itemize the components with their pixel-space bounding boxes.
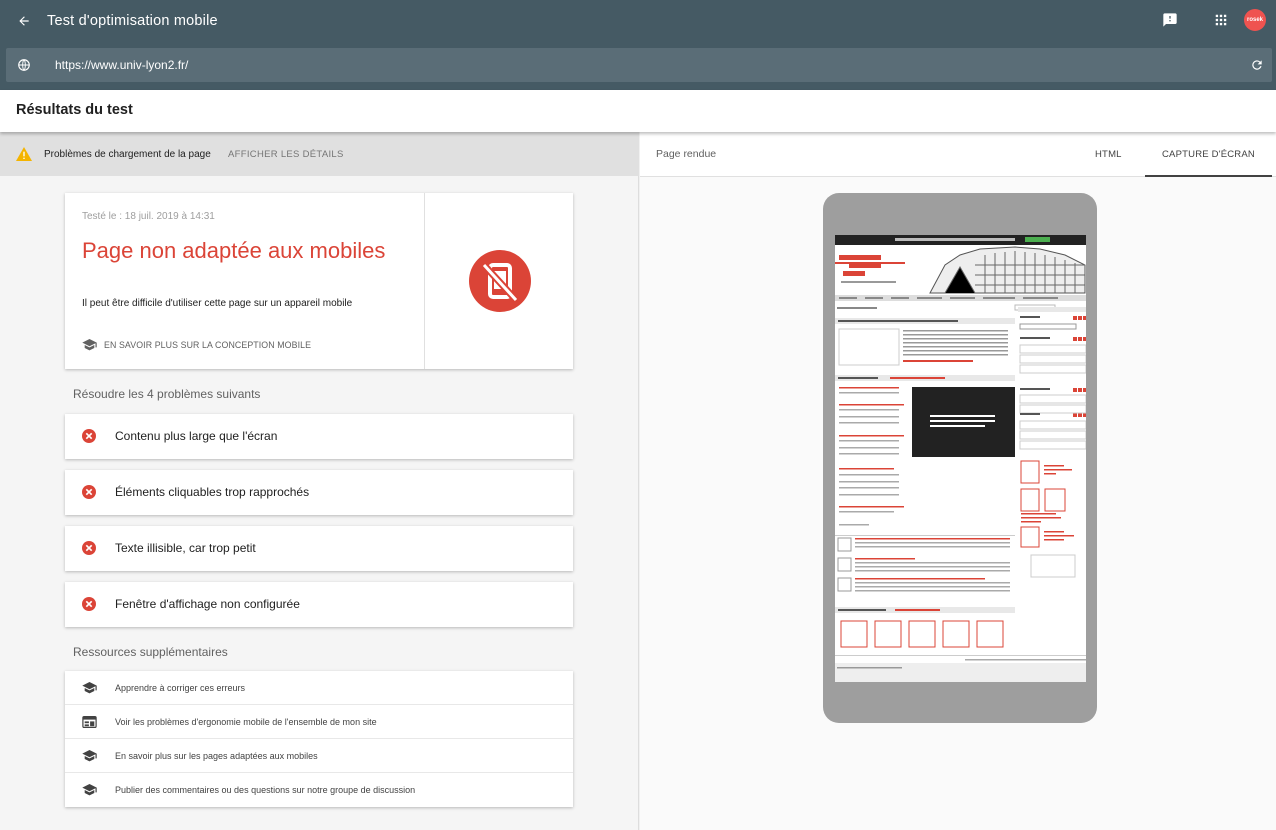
apps-button[interactable] — [1211, 10, 1231, 30]
resource-item[interactable]: Apprendre à corriger ces erreurs — [65, 671, 573, 705]
reload-icon[interactable] — [1250, 58, 1264, 72]
url-input[interactable]: https://www.univ-lyon2.fr/ — [55, 58, 188, 72]
web-icon — [82, 716, 97, 728]
school-icon — [82, 682, 97, 694]
error-icon — [82, 485, 96, 499]
issue-item[interactable]: Éléments cliquables trop rapprochés — [65, 470, 573, 515]
results-header: Résultats du test — [0, 90, 1276, 132]
tab-html[interactable]: HTML — [1095, 149, 1122, 160]
issue-item[interactable]: Texte illisible, car trop petit — [65, 526, 573, 571]
resource-item[interactable]: En savoir plus sur les pages adaptées au… — [65, 739, 573, 773]
tested-date: Testé le : 18 juil. 2019 à 14:31 — [82, 211, 215, 222]
page-load-warning: Problèmes de chargement de la page AFFIC… — [0, 132, 639, 176]
issue-item[interactable]: Contenu plus large que l'écran — [65, 414, 573, 459]
avatar-text: rosek — [1246, 17, 1263, 23]
warning-icon — [16, 147, 32, 161]
url-bar[interactable]: https://www.univ-lyon2.fr/ — [6, 48, 1272, 82]
resources-list: Apprendre à corriger ces erreurs Voir le… — [65, 671, 573, 807]
tab-screenshot[interactable]: CAPTURE D'ÉCRAN — [1162, 149, 1255, 160]
issue-label: Contenu plus large que l'écran — [115, 429, 278, 443]
resources-heading: Ressources supplémentaires — [73, 645, 228, 659]
arrow-back-icon — [19, 16, 29, 26]
resource-label: Publier des commentaires ou des question… — [115, 785, 416, 795]
school-icon — [82, 339, 97, 351]
learn-more-label: EN SAVOIR PLUS SUR LA CONCEPTION MOBILE — [104, 340, 312, 350]
rendered-website-thumbnail — [835, 235, 1086, 682]
error-icon — [82, 541, 96, 555]
school-icon — [82, 784, 97, 796]
issue-label: Éléments cliquables trop rapprochés — [115, 485, 310, 499]
back-button[interactable] — [14, 11, 34, 31]
feedback-icon — [1163, 13, 1177, 27]
card-divider — [424, 193, 425, 369]
rendered-page-title: Page rendue — [656, 148, 717, 160]
rendered-screenshot — [835, 235, 1086, 682]
resource-label: Voir les problèmes d'ergonomie mobile de… — [115, 717, 377, 727]
not-mobile-friendly-icon — [469, 250, 531, 312]
app-title: Test d'optimisation mobile — [47, 13, 218, 29]
verdict-subtitle: Il peut être difficile d'utiliser cette … — [82, 298, 353, 309]
results-title: Résultats du test — [16, 102, 133, 118]
verdict-card: Testé le : 18 juil. 2019 à 14:31 Page no… — [65, 193, 573, 369]
resource-item[interactable]: Publier des commentaires ou des question… — [65, 773, 573, 807]
rendered-page-header: Page rendue HTML CAPTURE D'ÉCRAN — [640, 132, 1276, 177]
resource-item[interactable]: Voir les problèmes d'ergonomie mobile de… — [65, 705, 573, 739]
active-tab-indicator — [1145, 175, 1272, 177]
issue-label: Fenêtre d'affichage non configurée — [115, 597, 300, 611]
results-pane: Problèmes de chargement de la page AFFIC… — [0, 132, 639, 830]
app-header: Test d'optimisation mobile rosek https:/… — [0, 0, 1276, 90]
warning-label: Problèmes de chargement de la page — [44, 149, 211, 160]
resource-label: En savoir plus sur les pages adaptées au… — [115, 751, 318, 761]
apps-grid-icon — [1215, 14, 1227, 26]
phone-frame — [823, 193, 1097, 723]
issue-label: Texte illisible, car trop petit — [115, 541, 256, 555]
feedback-button[interactable] — [1161, 10, 1179, 30]
title-bar: Test d'optimisation mobile rosek — [0, 0, 1276, 42]
verdict-title: Page non adaptée aux mobiles — [82, 238, 386, 263]
show-details-link[interactable]: AFFICHER LES DÉTAILS — [228, 149, 344, 160]
learn-more-link[interactable]: EN SAVOIR PLUS SUR LA CONCEPTION MOBILE — [82, 339, 311, 351]
resource-label: Apprendre à corriger ces erreurs — [115, 683, 246, 693]
error-icon — [82, 429, 96, 443]
error-icon — [82, 597, 96, 611]
avatar[interactable]: rosek — [1244, 9, 1266, 31]
school-icon — [82, 750, 97, 762]
globe-icon — [18, 59, 30, 71]
rendered-page-pane: Page rendue HTML CAPTURE D'ÉCRAN — [640, 132, 1276, 830]
issue-item[interactable]: Fenêtre d'affichage non configurée — [65, 582, 573, 627]
issues-heading: Résoudre les 4 problèmes suivants — [73, 387, 261, 401]
